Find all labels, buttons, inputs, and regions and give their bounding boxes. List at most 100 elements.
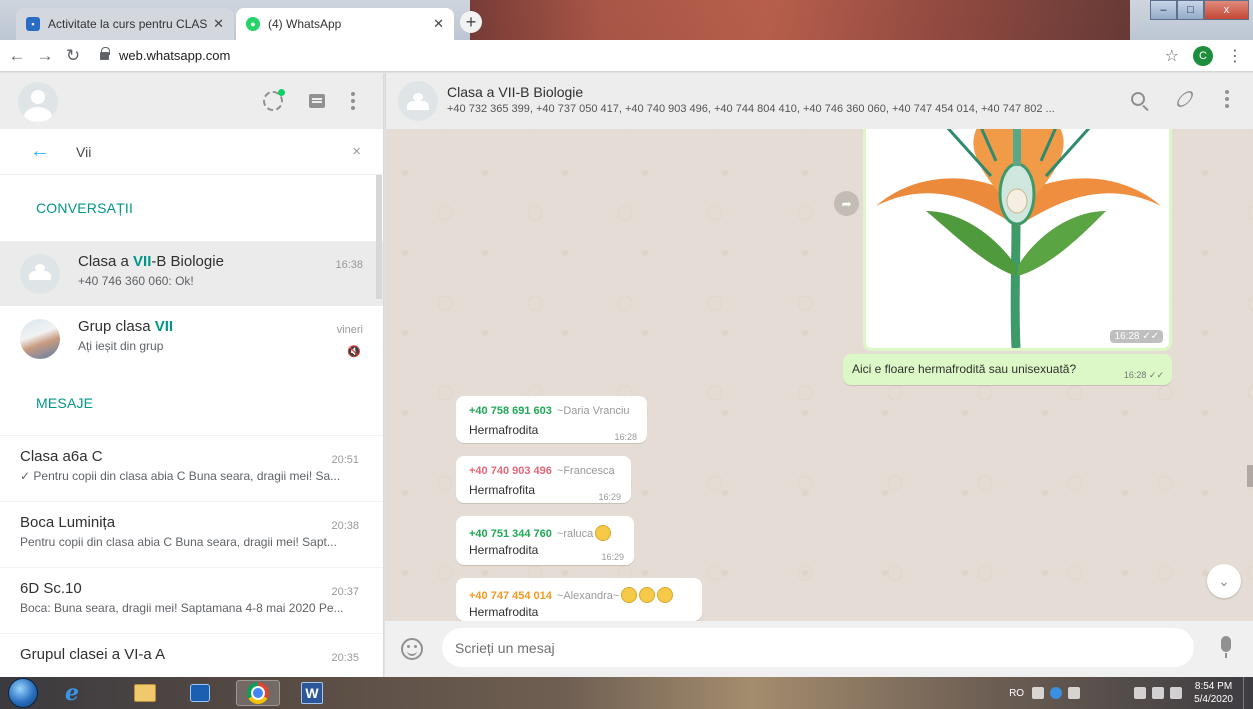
tab-close-icon[interactable]: ✕ xyxy=(213,16,224,32)
language-indicator[interactable]: RO xyxy=(1009,688,1024,699)
conversation-panel: 16:28 ✓✓ ➦ Aici e floare hermafrodită sa… xyxy=(385,73,1253,677)
flower-illustration xyxy=(876,116,1161,348)
search-back-icon[interactable]: ← xyxy=(30,140,54,163)
clock[interactable]: 8:54 PM 5/4/2020 xyxy=(1194,680,1233,706)
message-time: 16:29 xyxy=(601,552,624,562)
search-bar: ← Vii × xyxy=(0,129,383,175)
microphone-icon[interactable] xyxy=(1221,636,1231,658)
photo-avatar xyxy=(20,318,60,359)
group-avatar xyxy=(20,253,60,294)
outgoing-message[interactable]: Aici e floare hermafrodită sau unisexuat… xyxy=(843,354,1172,385)
message-chat-title: Clasa a6a C xyxy=(20,448,103,465)
message-chat-title: Boca Luminița xyxy=(20,514,116,531)
chat-title: Grup clasa VII xyxy=(78,318,174,335)
message-sender: +40 751 344 760 ~raluca xyxy=(469,525,612,541)
keyboard-icon[interactable] xyxy=(1032,687,1045,699)
message-composer xyxy=(385,621,1253,677)
whatsapp-favicon-icon: ● xyxy=(246,17,260,31)
chrome-icon[interactable] xyxy=(236,680,280,706)
message-time: 20:38 xyxy=(331,520,359,532)
group-avatar[interactable] xyxy=(398,81,438,121)
input-options-icon[interactable] xyxy=(1068,687,1081,699)
message-result[interactable]: Boca Luminița Pentru copii din clasa abi… xyxy=(0,501,383,567)
maximize-button[interactable]: □ xyxy=(1177,0,1204,20)
conversation-header[interactable]: Clasa a VII-B Biologie +40 732 365 399, … xyxy=(385,73,1253,129)
conversation-title: Clasa a VII-B Biologie xyxy=(447,84,584,100)
browser-toolbar: ← → ↻ web.whatsapp.com ☆ C ⋮ xyxy=(0,40,1253,72)
my-avatar[interactable] xyxy=(18,82,58,122)
back-arrow-icon[interactable]: ← xyxy=(6,46,28,66)
start-button[interactable] xyxy=(8,678,38,708)
new-tab-button[interactable]: + xyxy=(460,11,482,33)
attach-clip-icon[interactable] xyxy=(1174,88,1196,110)
clear-search-icon[interactable]: × xyxy=(352,143,361,160)
message-input[interactable] xyxy=(442,628,1194,667)
flower-diagram-image[interactable]: 16:28 ✓✓ xyxy=(866,116,1169,348)
message-text: Hermafrodita xyxy=(469,543,539,557)
tab-title: Activitate la curs pentru CLASA a xyxy=(48,17,208,31)
message-sender: +40 740 903 496 ~Francesca xyxy=(469,465,615,477)
close-window-button[interactable]: x xyxy=(1204,0,1249,20)
browser-menu-icon[interactable]: ⋮ xyxy=(1227,46,1243,66)
lock-icon xyxy=(100,46,110,60)
sidebar-header xyxy=(0,73,383,129)
message-result[interactable]: Clasa a6a C ✓ Pentru copii din clasa abi… xyxy=(0,435,383,501)
reload-icon[interactable]: ↻ xyxy=(62,46,84,66)
minimize-button[interactable]: – xyxy=(1150,0,1177,20)
help-icon[interactable] xyxy=(1050,687,1063,699)
image-time: 16:28 ✓✓ xyxy=(1110,330,1163,343)
conversation-members: +40 732 365 399, +40 737 050 417, +40 74… xyxy=(447,103,1055,115)
chat-last-message: Ați ieșit din grup xyxy=(78,339,164,353)
classroom-favicon-icon: ▪ xyxy=(26,17,40,31)
tab-activitate-curs[interactable]: ▪ Activitate la curs pentru CLASA a ✕ xyxy=(16,8,234,40)
url-text: web.whatsapp.com xyxy=(119,48,231,63)
tray-flag-icon[interactable] xyxy=(1134,687,1147,699)
chat-time: vineri xyxy=(336,324,363,336)
muted-icon: 🔇 xyxy=(347,346,361,358)
new-chat-icon[interactable] xyxy=(309,94,325,108)
forward-icon[interactable]: ➦ xyxy=(834,191,859,216)
message-result[interactable]: 6D Sc.10 Boca: Buna seara, dragii mei! S… xyxy=(0,567,383,633)
incoming-message[interactable]: +40 751 344 760 ~raluca Hermafrodita 16:2… xyxy=(456,516,634,565)
chat-title: Clasa a VII-B Biologie xyxy=(78,253,224,270)
emoji-picker-icon[interactable] xyxy=(401,638,423,660)
scroll-down-button[interactable]: ⌄ xyxy=(1207,564,1241,598)
incoming-message[interactable]: +40 740 903 496 ~Francesca Hermafrofita 1… xyxy=(456,456,631,503)
message-snippet: ✓ Pentru copii din clasa abia C Buna sea… xyxy=(20,469,341,483)
conversation-scrollbar[interactable] xyxy=(1247,465,1253,487)
message-time: 16:29 xyxy=(598,492,621,502)
incoming-message[interactable]: +40 758 691 603 ~Daria Vranciu Hermafrodi… xyxy=(456,396,647,443)
section-conversations: CONVERSAȚII xyxy=(36,200,134,216)
word-icon[interactable]: W xyxy=(290,680,334,706)
browser-tab-strip: ▪ Activitate la curs pentru CLASA a ✕ ● … xyxy=(0,0,1253,40)
tab-close-icon[interactable]: ✕ xyxy=(433,16,444,32)
sidebar-scrollbar[interactable] xyxy=(376,175,382,299)
search-input[interactable]: Vii xyxy=(76,144,91,160)
tab-whatsapp[interactable]: ● (4) WhatsApp ✕ xyxy=(236,8,454,40)
chat-item-grup-clasa-vii[interactable]: Grup clasa VII Ați ieșit din grup vineri… xyxy=(0,306,383,371)
file-explorer-icon[interactable] xyxy=(123,680,167,706)
search-icon[interactable] xyxy=(1131,92,1145,106)
bookmark-star-icon[interactable]: ☆ xyxy=(1165,46,1179,66)
message-result[interactable]: Grupul clasei a VI-a A 20:35 xyxy=(0,633,383,677)
message-chat-title: 6D Sc.10 xyxy=(20,580,82,597)
incoming-message[interactable]: +40 747 454 014 ~Alexandra~ Hermafrodita xyxy=(456,578,702,621)
theme-background xyxy=(470,0,1130,40)
address-bar[interactable]: web.whatsapp.com xyxy=(100,46,231,63)
internet-explorer-icon[interactable]: e xyxy=(50,680,94,706)
status-icon[interactable] xyxy=(263,89,285,111)
menu-icon[interactable] xyxy=(1225,90,1229,108)
message-snippet: Boca: Buna seara, dragii mei! Saptamana … xyxy=(20,601,344,615)
message-time: 20:51 xyxy=(331,454,359,466)
system-tray: RO 8:54 PM 5/4/2020 xyxy=(1009,677,1253,709)
profile-avatar[interactable]: C xyxy=(1193,46,1213,66)
whatsapp-app: ← Vii × CONVERSAȚII Clasa a VII-B Biolog… xyxy=(0,73,1253,677)
image-message[interactable]: 16:28 ✓✓ xyxy=(863,113,1172,351)
network-icon[interactable] xyxy=(1152,687,1165,699)
menu-icon[interactable] xyxy=(351,92,355,110)
media-player-icon[interactable] xyxy=(178,680,222,706)
forward-arrow-icon[interactable]: → xyxy=(34,46,56,66)
chat-item-clasa-vii-b[interactable]: Clasa a VII-B Biologie +40 746 360 060: … xyxy=(0,241,383,306)
volume-icon[interactable] xyxy=(1170,687,1183,699)
show-desktop-button[interactable] xyxy=(1243,677,1253,709)
